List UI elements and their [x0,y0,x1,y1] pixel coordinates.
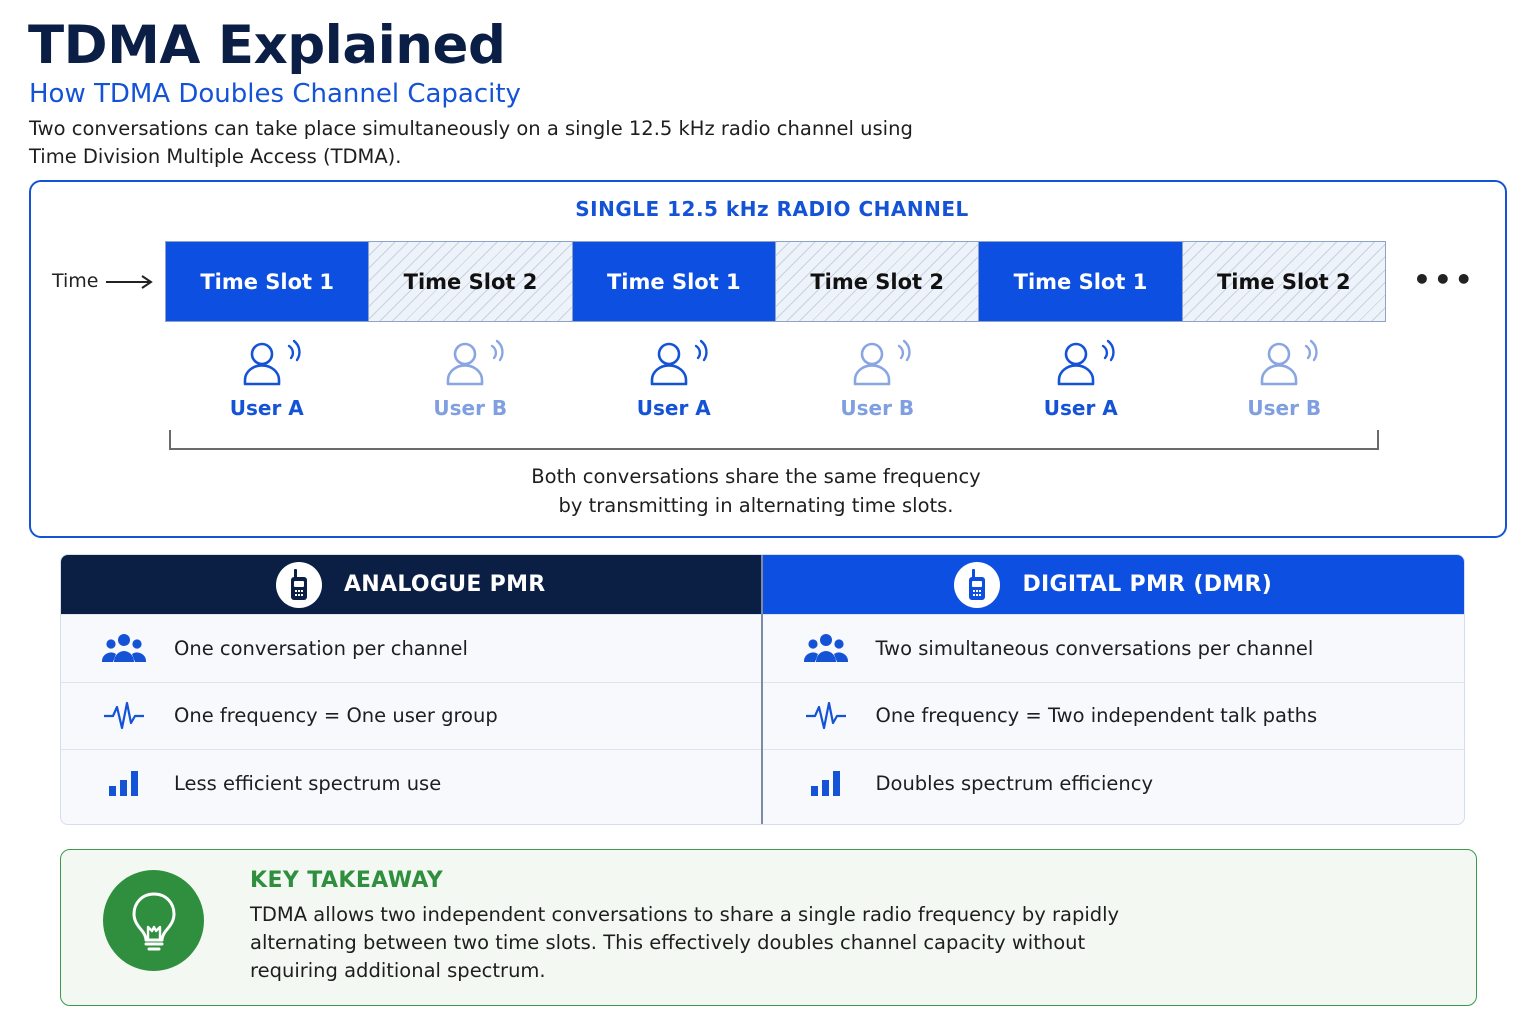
user-item: User B [369,338,573,420]
time-slot: Time Slot 1 [572,242,776,321]
comparison-table: ANALOGUE PMR One conversation per channe… [60,554,1465,825]
time-arrow-icon [106,275,153,289]
page-subtitle: How TDMA Doubles Channel Capacity [29,79,521,109]
lightbulb-icon [103,870,204,971]
user-transmitting-icon [1057,339,1115,386]
radio-icon [275,561,322,608]
user-row: User A User B User A User B User A User … [165,338,1386,420]
user-label: User B [1247,396,1322,420]
user-item: User A [572,338,776,420]
time-slot: Time Slot 1 [166,242,370,321]
comparison-row: One conversation per channel [61,614,761,682]
time-label: Time [52,270,99,292]
shared-frequency-note: Both conversations share the same freque… [0,462,1512,520]
row-text: Less efficient spectrum use [174,771,442,795]
time-slot: Time Slot 1 [979,242,1183,321]
user-item: User B [1183,338,1387,420]
user-label: User B [433,396,508,420]
user-item: User A [979,338,1183,420]
intro-text: Two conversations can take place simulta… [29,117,913,168]
time-slot: Time Slot 2 [775,242,980,321]
time-slot-strip: Time Slot 1 Time Slot 2 Time Slot 1 Time… [165,241,1386,322]
row-text: One frequency = Two independent talk pat… [875,704,1318,728]
user-transmitting-icon [243,339,301,386]
row-text: One frequency = One user group [174,704,498,728]
digital-header: DIGITAL PMR (DMR) [762,555,1464,614]
user-label: User A [1043,396,1118,420]
waveform-icon [101,700,147,732]
user-label: User A [229,396,304,420]
takeaway-title: KEY TAKEAWAY [250,868,444,893]
bar-chart-icon [803,767,849,799]
continuation-dots: ••• [1413,263,1476,296]
user-transmitting-icon [1260,339,1318,386]
analogue-title: ANALOGUE PMR [343,572,546,597]
channel-heading: SINGLE 12.5 kHz RADIO CHANNEL [575,197,969,221]
comparison-row: Less efficient spectrum use [61,749,761,817]
digital-title: DIGITAL PMR (DMR) [1022,572,1273,597]
comparison-row: One frequency = Two independent talk pat… [762,681,1464,750]
user-label: User B [840,396,915,420]
user-item: User A [165,338,369,420]
user-transmitting-icon [650,339,708,386]
grouping-bracket [169,430,1379,450]
comparison-row: One frequency = One user group [61,681,761,750]
takeaway-body: TDMA allows two independent conversation… [250,903,1120,982]
analogue-header: ANALOGUE PMR [61,555,761,614]
analogue-column: ANALOGUE PMR One conversation per channe… [61,555,763,824]
users-group-icon [803,632,849,664]
user-item: User B [776,338,980,420]
time-slot: Time Slot 2 [1182,242,1385,321]
comparison-row: Two simultaneous conversations per chann… [762,614,1464,682]
waveform-icon [803,700,849,732]
digital-column: DIGITAL PMR (DMR) Two simultaneous conve… [762,555,1464,824]
user-transmitting-icon [853,339,911,386]
shared-note-line: by transmitting in alternating time slot… [558,494,954,517]
page-title: TDMA Explained [28,15,506,76]
user-transmitting-icon [446,339,504,386]
shared-note-line: Both conversations share the same freque… [531,465,981,488]
time-slot: Time Slot 2 [369,242,573,321]
row-text: Doubles spectrum efficiency [875,771,1154,795]
comparison-row: Doubles spectrum efficiency [762,749,1464,817]
users-group-icon [101,632,147,664]
user-label: User A [636,396,711,420]
digital-radio-icon [954,561,1001,608]
row-text: Two simultaneous conversations per chann… [875,636,1314,660]
bar-chart-icon [101,767,147,799]
page: TDMA Explained How TDMA Doubles Channel … [0,0,1536,1024]
row-text: One conversation per channel [174,636,468,660]
